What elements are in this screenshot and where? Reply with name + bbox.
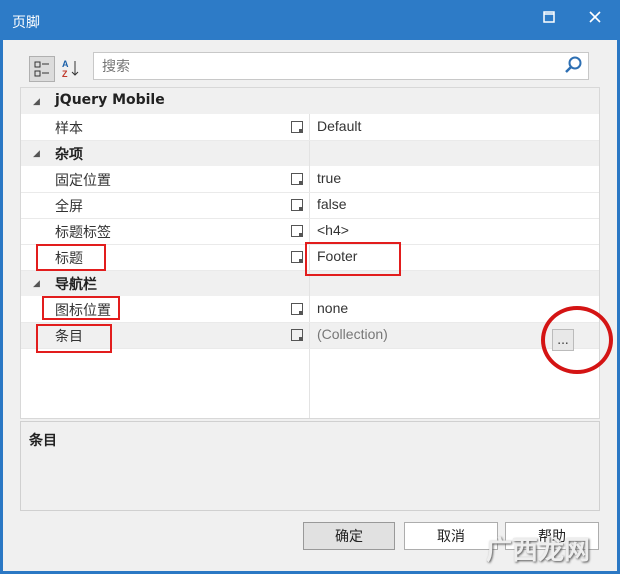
categorized-icon xyxy=(34,61,49,77)
row-divider xyxy=(21,218,599,219)
property-row-fullscreen[interactable]: 全屏 false xyxy=(21,192,599,218)
annotation-box-icon-position xyxy=(42,296,120,320)
property-name: 样本 xyxy=(55,121,83,137)
property-edit-icon xyxy=(291,329,303,341)
property-edit-icon xyxy=(291,251,303,263)
description-panel: 条目 xyxy=(20,421,600,511)
search-icon[interactable] xyxy=(564,55,584,79)
property-row-sample[interactable]: 样本 Default xyxy=(21,114,599,140)
row-divider xyxy=(21,192,599,193)
category-label: 杂项 xyxy=(55,147,83,163)
property-toolbar: A Z xyxy=(21,48,601,88)
search-input[interactable] xyxy=(100,56,554,76)
maximize-button[interactable] xyxy=(526,0,572,34)
svg-text:A: A xyxy=(62,59,69,69)
property-name: 固定位置 xyxy=(55,173,111,189)
search-box xyxy=(93,52,589,80)
ok-button[interactable]: 确定 xyxy=(303,522,395,550)
property-value[interactable]: true xyxy=(317,170,341,186)
property-value[interactable]: false xyxy=(317,196,347,212)
annotation-box-footer-value xyxy=(305,242,401,276)
property-value[interactable]: <h4> xyxy=(317,222,349,238)
sort-az-icon: A Z xyxy=(62,59,79,78)
annotation-box-items xyxy=(36,324,112,353)
cancel-button[interactable]: 取消 xyxy=(404,522,498,550)
property-value[interactable]: (Collection) xyxy=(317,326,388,342)
property-row-fixed-position[interactable]: 固定位置 true xyxy=(21,166,599,192)
property-row-title-tag[interactable]: 标题标签 <h4> xyxy=(21,218,599,244)
annotation-circle-ellipsis xyxy=(541,306,613,374)
maximize-icon xyxy=(543,11,555,23)
collapse-icon[interactable]: ◢ xyxy=(33,279,40,289)
close-icon xyxy=(589,11,601,23)
row-divider xyxy=(21,140,599,141)
property-edit-icon xyxy=(291,173,303,185)
collapse-icon[interactable]: ◢ xyxy=(33,97,40,107)
property-name: 标题标签 xyxy=(55,225,111,241)
alphabetical-sort-button[interactable]: A Z xyxy=(59,56,83,80)
property-edit-icon xyxy=(291,121,303,133)
title-bar: 页脚 xyxy=(0,0,620,40)
close-button[interactable] xyxy=(572,0,618,34)
category-label: jQuery Mobile xyxy=(55,92,165,108)
category-misc[interactable]: ◢ 杂项 xyxy=(21,140,599,166)
collapse-icon[interactable]: ◢ xyxy=(33,149,40,159)
category-label: 导航栏 xyxy=(55,277,97,293)
category-jquery-mobile[interactable]: ◢ jQuery Mobile xyxy=(21,88,599,114)
row-divider xyxy=(21,322,599,323)
categorized-view-button[interactable] xyxy=(29,56,55,82)
watermark-text: 广西龙网 xyxy=(486,536,591,566)
property-name: 全屏 xyxy=(55,199,83,215)
property-value[interactable]: Default xyxy=(317,118,361,134)
annotation-box-title xyxy=(36,244,106,271)
property-edit-icon xyxy=(291,225,303,237)
svg-text:Z: Z xyxy=(62,69,68,78)
description-title: 条目 xyxy=(29,433,57,449)
window-title: 页脚 xyxy=(12,15,40,31)
property-edit-icon xyxy=(291,199,303,211)
property-edit-icon xyxy=(291,303,303,315)
property-value[interactable]: none xyxy=(317,300,348,316)
